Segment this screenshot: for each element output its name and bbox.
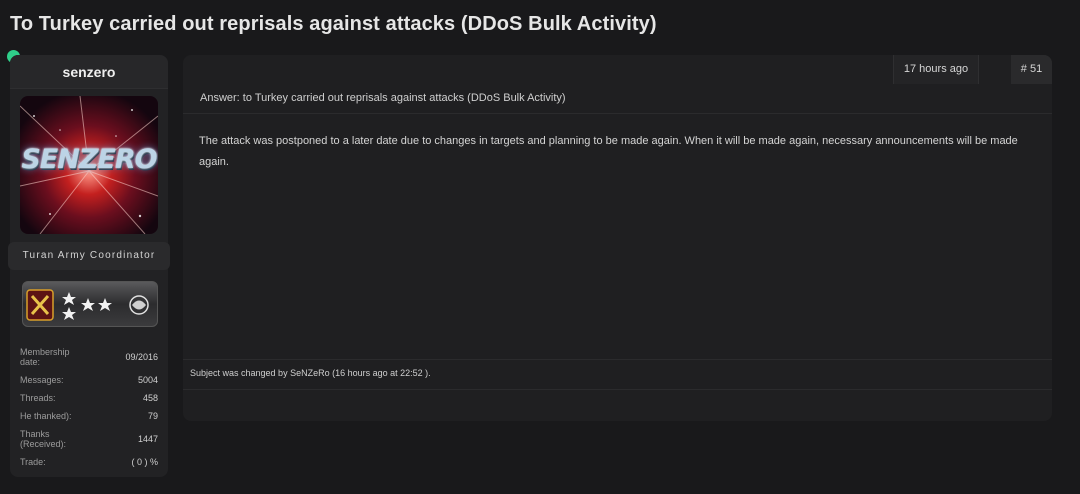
stat-value: 09/2016 — [125, 352, 158, 362]
user-card: senzero SENZERO Turan Army Coordinator M… — [8, 55, 170, 477]
user-stats: Membership date: 09/2016 Messages: 5004 … — [20, 345, 158, 473]
stat-value: 458 — [142, 393, 158, 403]
stat-thanked: He thanked): 79 — [20, 409, 158, 423]
avatar-logo-text: SENZERO — [21, 144, 157, 175]
stat-label: Thanks (Received): — [20, 429, 67, 449]
avatar[interactable]: SENZERO — [20, 96, 158, 234]
post-number-link[interactable]: # 51 — [1011, 55, 1052, 84]
stat-value: 5004 — [137, 375, 158, 385]
username[interactable]: senzero — [10, 55, 168, 89]
stat-thanks-received: Thanks (Received): 1447 — [20, 427, 158, 451]
divider — [183, 389, 1052, 390]
stat-label: Threads: — [20, 393, 56, 403]
divider — [183, 359, 1052, 360]
stat-label: Trade: — [20, 457, 46, 467]
post-body: The attack was postponed to a later date… — [199, 135, 1018, 168]
rank-stars-icon — [26, 289, 149, 321]
user-role-badge: Turan Army Coordinator — [8, 242, 170, 270]
stat-label: He thanked): — [20, 411, 72, 421]
rank-insignia — [22, 281, 158, 327]
stat-membership-date: Membership date: 09/2016 — [20, 345, 158, 369]
stat-messages: Messages: 5004 — [20, 373, 158, 387]
stat-threads: Threads: 458 — [20, 391, 158, 405]
stat-label: Membership date: — [20, 347, 70, 367]
stat-value[interactable]: ( 0 ) % — [131, 457, 158, 467]
divider — [183, 113, 1052, 114]
post-edit-note: Subject was changed by SeNZeRo (16 hours… — [190, 368, 431, 378]
stat-trade: Trade: ( 0 ) % — [20, 455, 158, 469]
post-subject: Answer: to Turkey carried out reprisals … — [200, 92, 566, 104]
post-timestamp[interactable]: 17 hours ago — [893, 55, 979, 84]
stat-value: 79 — [147, 411, 158, 421]
post-panel: 17 hours ago # 51 Answer: to Turkey carr… — [183, 55, 1052, 421]
stat-value: 1447 — [137, 434, 158, 444]
thread-title: To Turkey carried out reprisals against … — [10, 13, 657, 35]
stat-label: Messages: — [20, 375, 64, 385]
